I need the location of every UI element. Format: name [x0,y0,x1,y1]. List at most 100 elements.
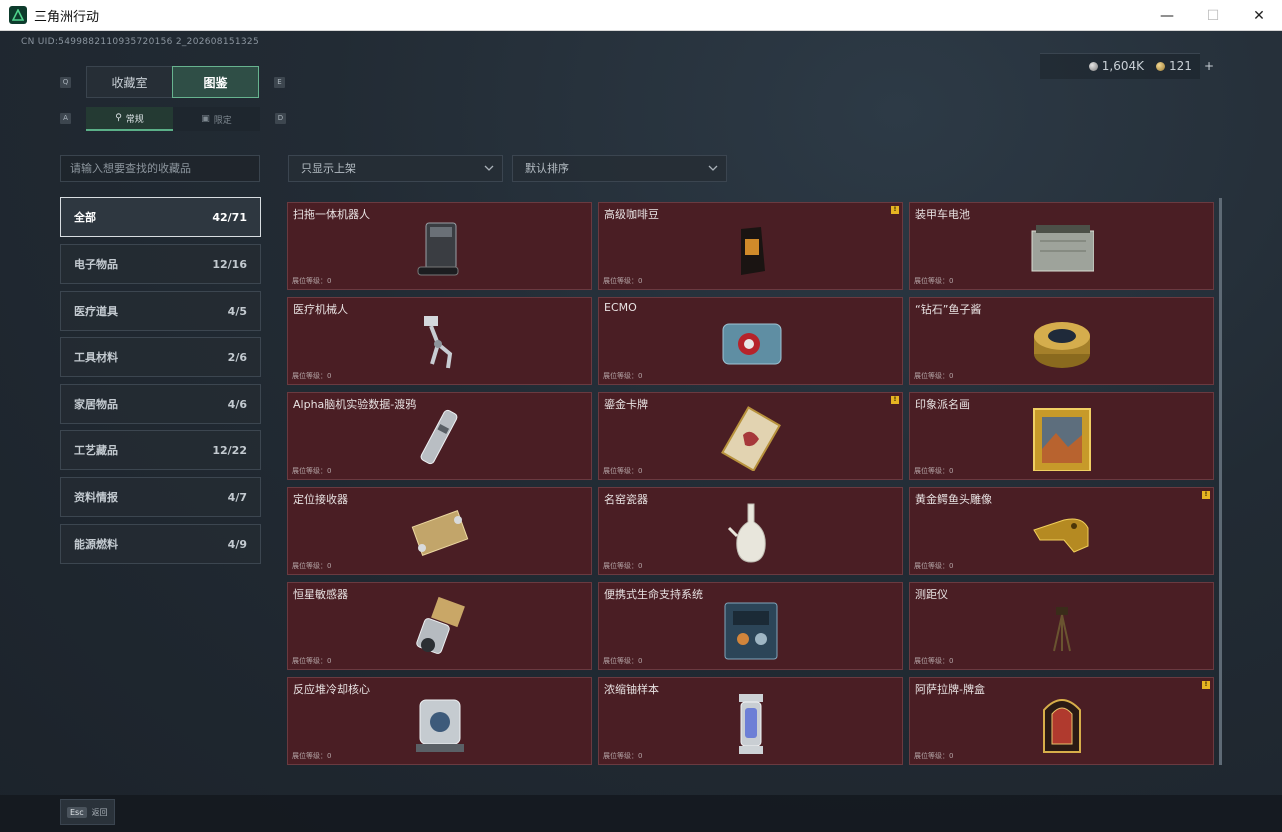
item-level: 展位等级：0 [292,562,332,570]
esc-key-hint: Esc [67,806,87,818]
medical-robot-icon [424,316,453,369]
category-household[interactable]: 家居物品 4/6 [60,384,261,424]
limited-icon: ▣ [201,114,210,124]
item-name: 印象派名画 [915,398,970,411]
porcelain-vase-icon [727,503,766,563]
category-crafts[interactable]: 工艺藏品 12/22 [60,430,261,470]
caviar-tin-icon [1034,322,1090,368]
close-button[interactable]: ✕ [1236,0,1282,31]
gold-amount: 121 [1169,59,1192,73]
item-level: 展位等级：0 [914,657,954,665]
category-tools[interactable]: 工具材料 2/6 [60,337,261,377]
item-card-asala-card-box[interactable]: 阿萨拉牌-牌盒 ! 展位等级：0 [909,677,1214,765]
card-box-icon [1043,699,1081,753]
item-name: 浓缩铀样本 [604,683,659,696]
key-hint-d: D [275,113,286,124]
player-uid: CN UID:5499882110935720156 2_20260815132… [21,37,259,47]
tab-collection-room[interactable]: 收藏室 [86,66,173,98]
item-card-armored-battery[interactable]: 装甲车电池 展位等级：0 [909,202,1214,290]
window-title: 三角洲行动 [34,9,100,25]
silver-coin-icon [1088,62,1098,71]
shelf-filter-value: 只显示上架 [301,162,356,175]
category-count: 12/22 [212,443,247,457]
category-medical[interactable]: 医疗道具 4/5 [60,291,261,331]
item-card-rangefinder[interactable]: 测距仪 展位等级：0 [909,582,1214,670]
category-count: 4/6 [227,397,247,411]
back-label: 返回 [91,807,108,817]
category-electronics[interactable]: 电子物品 12/16 [60,244,261,284]
category-label: 家居物品 [74,398,118,411]
item-card-enriched-uranium[interactable]: 浓缩铀样本 展位等级：0 [598,677,903,765]
tab-regular-label: 常规 [125,114,144,125]
star-sensor-icon [416,596,465,654]
item-level: 展位等级：0 [603,562,643,570]
item-level: 展位等级：0 [914,562,954,570]
back-button[interactable]: Esc 返回 [60,799,115,825]
category-count: 4/9 [227,537,247,551]
painting-icon [1033,408,1091,471]
item-card-gilded-card[interactable]: 鎏金卡牌 ! 展位等级：0 [598,392,903,480]
item-level: 展位等级：0 [292,657,332,665]
item-name: 恒星敏感器 [293,588,348,601]
category-count: 4/7 [227,490,247,504]
item-name: 鎏金卡牌 [604,398,648,411]
alert-badge-icon: ! [891,396,899,404]
tab-limited[interactable]: ▣ 限定 [173,107,260,131]
footer-bar [0,795,1282,832]
item-name: 定位接收器 [293,493,348,506]
item-card-coffee-beans[interactable]: 高级咖啡豆 ! 展位等级：0 [598,202,903,290]
item-name: 便携式生命支持系统 [604,588,703,601]
item-level: 展位等级：0 [914,277,954,285]
category-intel[interactable]: 资料情报 4/7 [60,477,261,517]
item-card-caviar[interactable]: “钻石”鱼子酱 展位等级：0 [909,297,1214,385]
uranium-capsule-icon [739,694,763,754]
item-card-gold-crocodile[interactable]: 黄金鳄鱼头雕像 ! 展位等级：0 [909,487,1214,575]
currency-bar: 1,604K 121 + [1088,55,1214,77]
tab-catalog[interactable]: 图鉴 [172,66,259,98]
robot-vacuum-icon [417,222,459,276]
item-name: 扫拖一体机器人 [293,208,370,221]
category-count: 12/16 [212,257,247,271]
alert-badge-icon: ! [1202,491,1210,499]
item-level: 展位等级：0 [603,752,643,760]
minimize-button[interactable]: — [1144,0,1190,31]
category-all[interactable]: 全部 42/71 [60,197,261,237]
app-logo-icon [9,6,27,24]
ecmo-machine-icon [722,323,782,365]
battery-icon [1031,225,1094,272]
item-card-ecmo[interactable]: ECMO 展位等级：0 [598,297,903,385]
item-card-porcelain[interactable]: 名窑瓷器 展位等级：0 [598,487,903,575]
add-currency-button[interactable]: + [1204,59,1214,73]
maximize-button[interactable]: ☐ [1190,0,1236,31]
item-card-robot-vacuum[interactable]: 扫拖一体机器人 展位等级：0 [287,202,592,290]
item-card-alpha-brain-data[interactable]: Alpha脑机实验数据-渡鸦 展位等级：0 [287,392,592,480]
item-name: 名窑瓷器 [604,493,648,506]
sort-dropdown[interactable]: 默认排序 [512,155,727,182]
item-card-reactor-core[interactable]: 反应堆冷却核心 展位等级：0 [287,677,592,765]
item-name: “钻石”鱼子酱 [915,303,982,316]
category-label: 能源燃料 [74,538,118,551]
title-bar: 三角洲行动 — ☐ ✕ [0,0,1282,31]
item-name: 高级咖啡豆 [604,208,659,221]
category-count: 42/71 [212,210,247,224]
item-card-life-support[interactable]: 便携式生命支持系统 展位等级：0 [598,582,903,670]
category-label: 医疗道具 [74,305,118,318]
item-card-impressionist-painting[interactable]: 印象派名画 展位等级：0 [909,392,1214,480]
item-level: 展位等级：0 [292,752,332,760]
category-label: 电子物品 [74,258,118,271]
coffee-bag-icon [741,227,765,275]
item-level: 展位等级：0 [914,372,954,380]
scrollbar-thumb[interactable] [1219,198,1222,765]
shelf-filter-dropdown[interactable]: 只显示上架 [288,155,503,182]
key-hint-a: A [60,113,71,124]
tab-regular[interactable]: ⚲ 常规 [86,107,173,131]
item-card-positioning-receiver[interactable]: 定位接收器 展位等级：0 [287,487,592,575]
item-card-medical-robot[interactable]: 医疗机械人 展位等级：0 [287,297,592,385]
item-card-star-sensor[interactable]: 恒星敏感器 展位等级：0 [287,582,592,670]
gold-currency: 121 [1156,59,1192,73]
item-level: 展位等级：0 [603,467,643,475]
category-label: 工艺藏品 [74,444,118,457]
alert-badge-icon: ! [1202,681,1210,689]
category-energy[interactable]: 能源燃料 4/9 [60,524,261,564]
search-input[interactable]: 请输入想要查找的收藏品 [60,155,260,182]
